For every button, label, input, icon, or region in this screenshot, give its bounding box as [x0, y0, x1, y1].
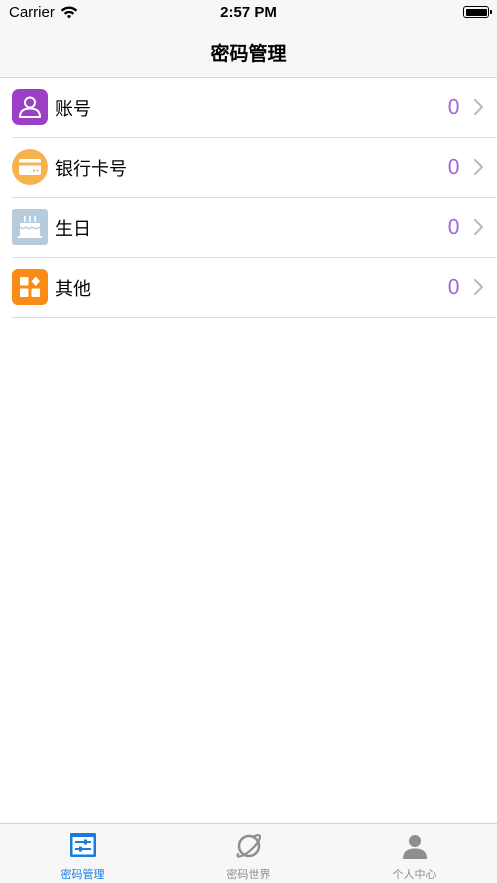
tab-password-manage[interactable]: 密码管理 [0, 824, 165, 883]
birthday-cake-icon [12, 209, 48, 245]
list-item-count: 0 [447, 215, 460, 239]
chevron-right-icon [474, 279, 483, 299]
list-item-count: 0 [447, 275, 460, 299]
category-list: 账号 0 银行卡号 0 生日 0 其他 0 [0, 78, 497, 318]
chevron-right-icon [474, 99, 483, 119]
tab-label: 个人中心 [392, 868, 437, 881]
list-item-account[interactable]: 账号 0 [0, 78, 497, 138]
status-time: 2:57 PM [220, 4, 277, 21]
tab-profile[interactable]: 个人中心 [332, 824, 497, 883]
list-item-count: 0 [447, 95, 460, 119]
list-item-other[interactable]: 其他 0 [0, 258, 497, 318]
tab-bar: 密码管理 密码世界 个人中心 [0, 823, 497, 883]
profile-icon [401, 832, 429, 864]
list-item-label: 银行卡号 [55, 159, 127, 180]
navigation-bar: 密码管理 [0, 28, 497, 78]
status-bar: Carrier 2:57 PM [0, 0, 497, 28]
tab-label: 密码世界 [226, 868, 271, 881]
chevron-right-icon [474, 219, 483, 239]
chevron-right-icon [474, 159, 483, 179]
person-icon [12, 89, 48, 125]
list-item-label: 生日 [55, 219, 91, 240]
list-item-label: 其他 [55, 279, 91, 300]
password-manage-icon [69, 832, 97, 862]
bank-card-icon [12, 149, 48, 185]
list-item-bank-card[interactable]: 银行卡号 0 [0, 138, 497, 198]
planet-icon [235, 832, 263, 864]
battery-icon [463, 6, 492, 18]
grid-icon [12, 269, 48, 305]
page-title: 密码管理 [210, 43, 287, 65]
tab-password-world[interactable]: 密码世界 [166, 824, 331, 883]
list-item-count: 0 [447, 155, 460, 179]
list-item-label: 账号 [55, 99, 91, 120]
tab-label: 密码管理 [60, 868, 105, 881]
list-item-birthday[interactable]: 生日 0 [0, 198, 497, 258]
